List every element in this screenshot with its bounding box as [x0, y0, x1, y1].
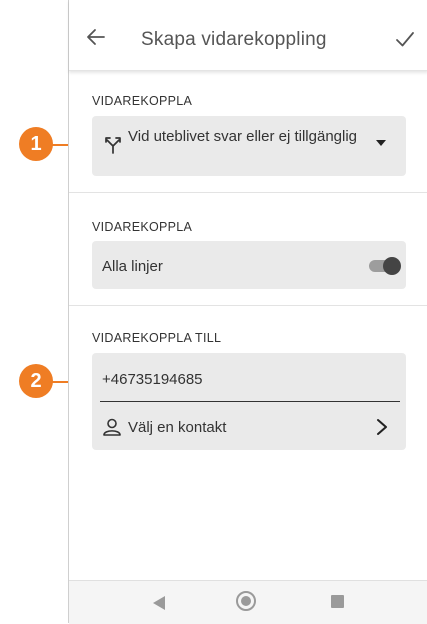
phone-screen: Skapa vidarekoppling VIDAREKOPPLA Vid ut… — [68, 0, 427, 624]
forward-condition-value: Vid uteblivet svar eller ej tillgänglig — [128, 128, 358, 145]
callout-number: 2 — [30, 369, 42, 392]
system-nav-bar — [69, 580, 427, 624]
checkmark-icon[interactable] — [394, 28, 416, 50]
forward-condition-dropdown[interactable]: Vid uteblivet svar eller ej tillgänglig — [92, 116, 406, 176]
forward-to-label: VIDAREKOPPLA TILL — [92, 331, 222, 345]
toggle-knob — [383, 257, 401, 275]
input-underline — [100, 401, 400, 402]
all-lines-label: Alla linjer — [102, 258, 163, 275]
all-lines-row: Alla linjer — [92, 241, 406, 289]
nav-recents-icon[interactable] — [331, 595, 344, 608]
person-icon — [103, 418, 121, 436]
call-split-icon — [105, 137, 121, 154]
nav-back-icon[interactable] — [153, 596, 165, 610]
callout-badge-1: 1 — [19, 127, 53, 161]
forward-condition-label: VIDAREKOPPLA — [92, 94, 193, 108]
forward-lines-label: VIDAREKOPPLA — [92, 220, 193, 234]
callout-badge-2: 2 — [19, 364, 53, 398]
phone-number-input[interactable]: +46735194685 — [102, 371, 203, 388]
arrow-left-icon[interactable] — [85, 26, 107, 48]
page-title: Skapa vidarekoppling — [141, 29, 327, 50]
dropdown-arrow-icon — [376, 140, 386, 146]
all-lines-toggle[interactable] — [369, 257, 403, 275]
callout-number: 1 — [30, 132, 42, 155]
app-bar: Skapa vidarekoppling — [69, 0, 427, 71]
divider — [69, 192, 427, 193]
choose-contact-button[interactable]: Välj en kontakt — [128, 419, 226, 436]
chevron-right-icon[interactable] — [375, 417, 389, 437]
nav-home-icon[interactable] — [236, 591, 256, 611]
forward-to-card: +46735194685 Välj en kontakt — [92, 353, 406, 450]
divider — [69, 305, 427, 306]
